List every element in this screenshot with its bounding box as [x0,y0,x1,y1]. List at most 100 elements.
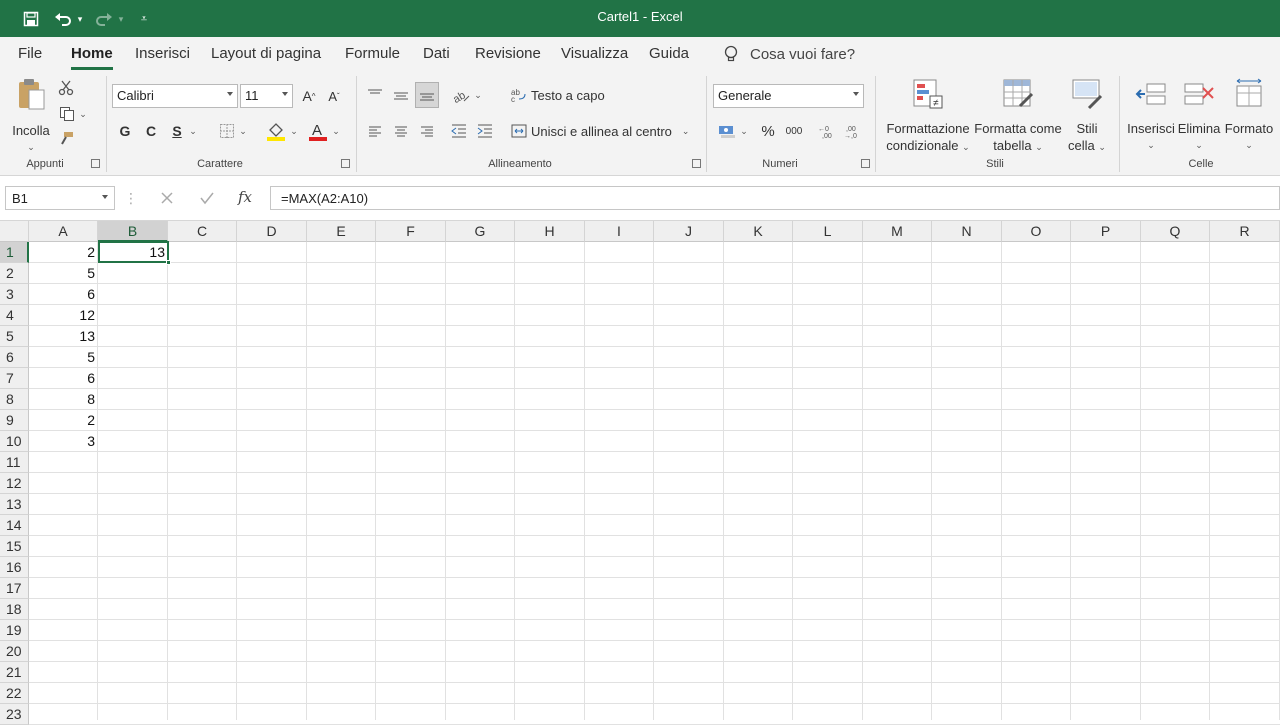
name-box[interactable]: B1 [5,186,115,210]
column-header-d[interactable]: D [237,221,307,242]
percent-button[interactable]: % [759,120,777,142]
italic-button[interactable]: C [143,120,159,142]
tab-formule[interactable]: Formule [345,45,400,62]
column-header-a[interactable]: A [29,221,98,242]
underline-chevron-icon[interactable]: ⌄ [187,122,199,140]
row-header-10[interactable]: 10 [0,431,29,452]
column-header-p[interactable]: P [1071,221,1141,242]
cell-a10[interactable]: 3 [29,431,98,452]
column-header-o[interactable]: O [1002,221,1071,242]
align-top-icon[interactable] [364,84,386,106]
worksheet-grid[interactable]: ABCDEFGHIJKLMNOPQR 1 2 3 4 5 6 7 8 9 10 11 12 13 14 15… [0,221,1280,725]
cell-a4[interactable]: 12 [29,305,98,326]
cell-a1[interactable]: 2 [29,242,98,263]
font-name-select[interactable]: Calibri [112,84,238,108]
column-header-l[interactable]: L [793,221,863,242]
increase-decimal-icon[interactable]: ←0,00 [816,120,838,142]
cut-icon[interactable] [56,78,76,98]
thousands-separator-button[interactable]: 000 [784,120,804,142]
currency-format-button[interactable]: ⌄ [715,120,751,142]
column-header-r[interactable]: R [1210,221,1280,242]
row-header-18[interactable]: 18 [0,599,29,620]
align-left-icon[interactable] [364,120,386,142]
row-header-7[interactable]: 7 [0,368,29,389]
format-as-table-button[interactable]: Formatta come tabella ⌄ [973,78,1063,156]
shrink-font-button[interactable]: Aˇ [325,84,343,108]
insert-function-button[interactable]: fx [234,186,256,208]
row-header-14[interactable]: 14 [0,515,29,536]
cell-a2[interactable]: 5 [29,263,98,284]
column-header-c[interactable]: C [168,221,237,242]
grow-font-button[interactable]: A ^ [300,84,318,108]
tell-me-search[interactable]: Cosa vuoi fare? [724,45,855,63]
column-header-g[interactable]: G [446,221,515,242]
font-launcher-icon[interactable] [341,159,350,168]
enter-icon[interactable] [196,188,218,208]
align-middle-icon[interactable] [390,84,412,106]
cell-a8[interactable]: 8 [29,389,98,410]
column-header-q[interactable]: Q [1141,221,1210,242]
column-header-i[interactable]: I [585,221,654,242]
row-header-17[interactable]: 17 [0,578,29,599]
font-size-select[interactable]: 11 [240,84,293,108]
merge-center-button[interactable]: Unisci e allinea al centro ⌄ [511,120,689,142]
insert-cells-button[interactable]: Inserisci ⌄ [1126,78,1176,154]
column-header-b[interactable]: B [98,221,168,242]
fill-color-button[interactable]: ⌄ [264,118,300,144]
bold-button[interactable]: G [117,120,133,142]
borders-button[interactable]: ⌄ [215,120,251,142]
column-header-k[interactable]: K [724,221,793,242]
drag-handle-icon[interactable]: ⋮ [124,188,138,208]
format-painter-icon[interactable] [56,129,76,149]
tab-visualizza[interactable]: Visualizza [561,45,628,62]
alignment-launcher-icon[interactable] [692,159,701,168]
row-header-1[interactable]: 1 [0,242,29,263]
column-header-n[interactable]: N [932,221,1002,242]
column-header-e[interactable]: E [307,221,376,242]
fill-handle[interactable] [166,260,171,265]
tab-home[interactable]: Home [71,45,113,70]
row-header-5[interactable]: 5 [0,326,29,347]
row-header-2[interactable]: 2 [0,263,29,284]
tab-layout[interactable]: Layout di pagina [211,45,321,62]
tab-dati[interactable]: Dati [423,45,450,62]
font-color-button[interactable]: A ⌄ [306,118,342,144]
row-header-9[interactable]: 9 [0,410,29,431]
row-header-15[interactable]: 15 [0,536,29,557]
row-header-4[interactable]: 4 [0,305,29,326]
cancel-icon[interactable] [156,188,178,208]
number-launcher-icon[interactable] [861,159,870,168]
align-bottom-icon[interactable] [415,82,439,108]
select-all-corner[interactable] [0,221,29,242]
row-header-8[interactable]: 8 [0,389,29,410]
row-header-11[interactable]: 11 [0,452,29,473]
row-header-12[interactable]: 12 [0,473,29,494]
paste-button[interactable]: Incolla ⌄ [10,78,52,156]
orientation-button[interactable]: ab ⌄ [450,84,484,106]
formula-input[interactable]: =MAX(A2:A10) [270,186,1280,210]
tab-file[interactable]: File [18,45,42,62]
number-format-select[interactable]: Generale [713,84,864,108]
increase-indent-icon[interactable] [474,120,496,142]
tab-guida[interactable]: Guida [649,45,689,62]
row-header-16[interactable]: 16 [0,557,29,578]
row-header-6[interactable]: 6 [0,347,29,368]
underline-button[interactable]: S [169,120,185,142]
decrease-indent-icon[interactable] [448,120,470,142]
tab-inserisci[interactable]: Inserisci [135,45,190,62]
cell-a9[interactable]: 2 [29,410,98,431]
delete-cells-button[interactable]: Elimina ⌄ [1177,78,1221,154]
row-header-3[interactable]: 3 [0,284,29,305]
cell-a7[interactable]: 6 [29,368,98,389]
column-header-h[interactable]: H [515,221,585,242]
cell-a3[interactable]: 6 [29,284,98,305]
row-header-23[interactable]: 23 [0,704,29,725]
format-cells-button[interactable]: Formato ⌄ [1224,78,1274,154]
cell-styles-button[interactable]: Stili cella ⌄ [1064,78,1110,156]
align-center-icon[interactable] [390,120,412,142]
row-header-21[interactable]: 21 [0,662,29,683]
column-header-f[interactable]: F [376,221,446,242]
row-header-13[interactable]: 13 [0,494,29,515]
wrap-text-button[interactable]: ab c Testo a capo [511,84,605,106]
row-header-20[interactable]: 20 [0,641,29,662]
